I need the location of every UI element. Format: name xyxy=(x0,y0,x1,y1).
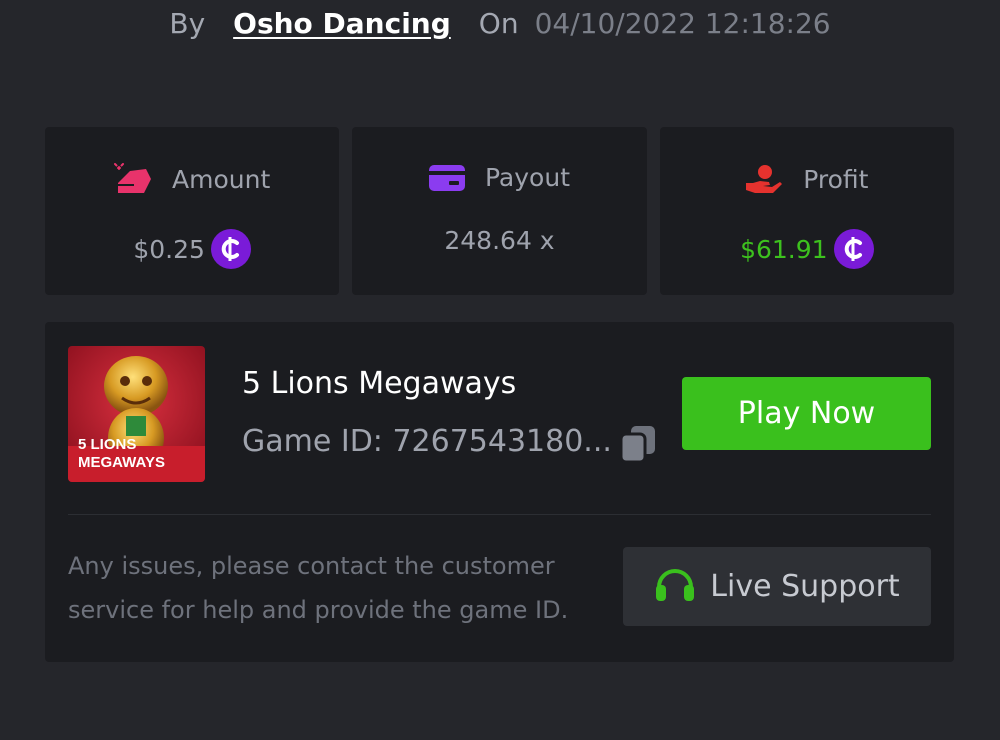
amount-value: $0.25 xyxy=(133,234,205,264)
game-id: Game ID: 7267543180... xyxy=(242,424,612,459)
on-label: On xyxy=(478,6,519,40)
live-support-label: Live Support xyxy=(710,569,900,604)
copy-icon[interactable] xyxy=(619,424,657,468)
thumbnail-caption-line2: MEGAWAYS xyxy=(78,454,165,471)
coin-icon xyxy=(210,229,251,269)
hand-profit-icon xyxy=(745,163,783,195)
help-text: Any issues, please contact the customer … xyxy=(68,552,569,624)
bet-byline: By Osho Dancing On 04/10/2022 12:18:26 xyxy=(0,0,1000,46)
profit-value: $61.91 xyxy=(740,234,828,264)
payout-value: 248.64 x xyxy=(444,226,555,255)
game-thumbnail[interactable]: 5 LIONS MEGAWAYS xyxy=(68,346,205,482)
bet-datetime: 04/10/2022 12:18:26 xyxy=(534,6,831,40)
live-support-button[interactable]: Live Support xyxy=(623,547,931,626)
profit-label: Profit xyxy=(803,164,869,194)
payout-card: Payout 248.64 x xyxy=(352,127,647,295)
play-now-button[interactable]: Play Now xyxy=(682,377,931,450)
thumbnail-caption-line1: 5 LIONS xyxy=(78,436,136,453)
game-panel: 5 LIONS MEGAWAYS 5 Lions Megaways Game I… xyxy=(45,322,954,662)
username-link[interactable]: Osho Dancing xyxy=(233,7,451,40)
divider xyxy=(68,514,931,515)
payout-label: Payout xyxy=(484,163,570,192)
coin-icon xyxy=(833,229,874,269)
bet-stats: Amount $0.25 Payout 248.64 x Profit $61.… xyxy=(45,127,954,295)
amount-card: Amount $0.25 xyxy=(45,127,340,295)
card-payout-icon xyxy=(428,164,465,192)
bet-amount-icon xyxy=(114,163,152,195)
game-title[interactable]: 5 Lions Megaways xyxy=(242,366,516,401)
profit-card: Profit $61.91 xyxy=(659,127,954,295)
amount-label: Amount xyxy=(172,164,271,194)
headset-icon xyxy=(654,563,696,611)
by-label: By xyxy=(169,6,206,40)
